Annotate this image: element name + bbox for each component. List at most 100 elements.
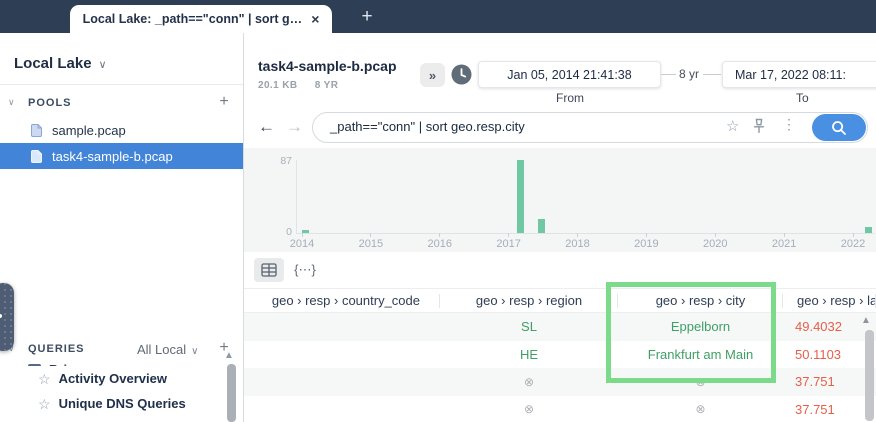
pool-item[interactable]: task4-sample-b.pcap: [0, 143, 243, 169]
y-axis-line: [296, 160, 297, 233]
pool-title: task4-sample-b.pcap: [258, 58, 397, 74]
pools-list: sample.pcap task4-sample-b.pcap: [0, 117, 243, 169]
table-row[interactable]: ⊗ ⊗ 37.751: [244, 396, 876, 422]
table-cell[interactable]: [244, 341, 440, 369]
active-tab[interactable]: Local Lake: _path=="conn" | sort g… ×: [70, 5, 332, 33]
divider: [703, 74, 721, 75]
axis-tick: [370, 233, 372, 237]
table-cell[interactable]: [244, 396, 440, 422]
tab-title: Local Lake: _path=="conn" | sort g…: [82, 12, 303, 26]
axis-tick-label: 2022: [840, 238, 866, 250]
json-view-button[interactable]: {⋯}: [290, 258, 320, 282]
column-header-label: geo › resp › country_code: [271, 293, 420, 308]
zui-app-window: Local Lake: _path=="conn" | sort g… × + …: [0, 0, 876, 422]
table-cell[interactable]: ⊗: [440, 396, 618, 422]
axis-tick: [714, 233, 716, 237]
axis-tick-label: 2014: [289, 238, 315, 250]
histogram-bar: [301, 229, 309, 233]
lake-selector[interactable]: Local Lake ∨: [14, 55, 107, 72]
column-header-label: geo › resp › latitude: [797, 293, 876, 308]
table-view-button[interactable]: [254, 258, 284, 282]
scroll-up-arrow-icon[interactable]: ▲: [861, 315, 871, 326]
table-cell[interactable]: [244, 313, 440, 341]
pool-age: 8 YR: [314, 80, 339, 91]
column-header[interactable]: geo › resp › city: [618, 289, 783, 313]
query-item[interactable]: ☆Windows Networking Activity: [0, 416, 240, 422]
queries-list: ☆ Activity Overview ☆ Unique DNS Queries ☆Wi…: [0, 366, 240, 422]
column-header[interactable]: geo › resp › country_code: [244, 289, 440, 313]
chevron-down-icon[interactable]: ∨: [8, 97, 15, 108]
results-table: geo › resp › country_code geo › resp › re…: [244, 288, 876, 422]
y-axis-min-label: 0: [286, 226, 292, 238]
from-label: From: [556, 91, 584, 105]
histogram-bar: [516, 160, 524, 233]
pool-meta: 20.1 KB 8 YR: [258, 80, 338, 91]
forward-button[interactable]: →: [286, 117, 303, 137]
chevron-down-icon: ∨: [191, 346, 199, 357]
pools-section-label: POOLS: [28, 97, 72, 109]
clock-icon: [451, 64, 472, 85]
table-cell[interactable]: ⊗: [618, 396, 783, 422]
table-cell[interactable]: SL: [440, 313, 618, 341]
axis-tick: [783, 233, 785, 237]
axis-tick: [439, 233, 441, 237]
axis-tick: [577, 233, 578, 237]
table-cell[interactable]: Eppelborn: [618, 313, 783, 341]
x-axis-line: [296, 233, 874, 234]
file-icon: [30, 123, 43, 138]
search-icon: [832, 120, 846, 135]
axis-tick: [508, 233, 510, 237]
timerange-duration: 8 yr: [679, 67, 700, 81]
search-button[interactable]: [812, 114, 866, 141]
pool-name: task4-sample-b.pcap: [52, 148, 173, 164]
file-icon: [30, 149, 43, 164]
queries-scope-label: All Local: [137, 342, 187, 357]
table-scrollbar[interactable]: [865, 330, 874, 421]
new-tab-button[interactable]: +: [352, 3, 382, 30]
table-cell[interactable]: 37.751: [783, 368, 876, 396]
add-pool-button[interactable]: +: [214, 93, 234, 111]
y-axis-max-label: 87: [280, 155, 292, 167]
to-date-value: Mar 17, 2022 08:11:: [735, 67, 846, 82]
more-options-icon[interactable]: ⋮: [782, 116, 796, 133]
queries-scope-dropdown[interactable]: All Local ∨: [137, 342, 198, 357]
table-cell[interactable]: ⊗: [618, 368, 783, 396]
table-cell[interactable]: [244, 368, 440, 396]
table-cell[interactable]: Frankfurt am Main: [618, 341, 783, 369]
queries-section-label: QUERIES: [28, 343, 85, 355]
expand-timerange-button[interactable]: »: [420, 63, 445, 87]
favorite-star-icon[interactable]: ☆: [726, 117, 739, 135]
queries-scrollbar[interactable]: [227, 364, 236, 422]
table-cell[interactable]: HE: [440, 341, 618, 369]
chevron-down-icon: ∨: [98, 59, 107, 71]
to-date-input[interactable]: Mar 17, 2022 08:11:: [722, 61, 876, 88]
tab-close-icon[interactable]: ×: [311, 12, 319, 26]
to-label: To: [796, 91, 809, 105]
back-button[interactable]: ←: [258, 117, 275, 137]
column-header[interactable]: geo › resp › latitude: [783, 289, 876, 313]
pool-size: 20.1 KB: [258, 80, 298, 91]
query-folder-partial[interactable]: Brim: [0, 358, 220, 366]
pin-icon[interactable]: [752, 118, 766, 134]
column-header[interactable]: geo › resp › region: [440, 289, 618, 313]
table-cell[interactable]: ⊗: [440, 368, 618, 396]
table-row[interactable]: HE Frankfurt am Main 50.1103: [244, 341, 876, 369]
table-cell[interactable]: 50.1103: [783, 341, 876, 369]
query-item[interactable]: ☆ Activity Overview: [0, 366, 225, 391]
pool-item[interactable]: sample.pcap: [0, 117, 243, 143]
search-query-text[interactable]: _path=="conn" | sort geo.resp.city: [330, 119, 525, 134]
axis-tick-label: 2019: [634, 238, 659, 250]
from-date-input[interactable]: Jan 05, 2014 21:41:38: [478, 61, 661, 88]
axis-tick: [645, 233, 647, 237]
query-item[interactable]: ☆ Unique DNS Queries: [0, 391, 225, 416]
results-body: SL Eppelborn 49.4032 HE Frankfurt am Main 50.…: [244, 313, 876, 422]
table-cell[interactable]: 37.751: [783, 396, 876, 422]
table-row[interactable]: SL Eppelborn 49.4032: [244, 313, 876, 341]
scroll-up-arrow-icon[interactable]: ▲: [224, 350, 234, 361]
sidebar-drag-handle[interactable]: [0, 283, 14, 351]
histogram[interactable]: 87 0 2014 2015 2016 2017 2018 2019 2020 2021 202…: [244, 148, 876, 252]
table-grid-icon: [261, 263, 277, 277]
axis-tick-label: 2017: [496, 238, 521, 250]
table-row[interactable]: ⊗ ⊗ 37.751: [244, 368, 876, 396]
results-header-row: geo › resp › country_code geo › resp › re…: [244, 289, 876, 313]
